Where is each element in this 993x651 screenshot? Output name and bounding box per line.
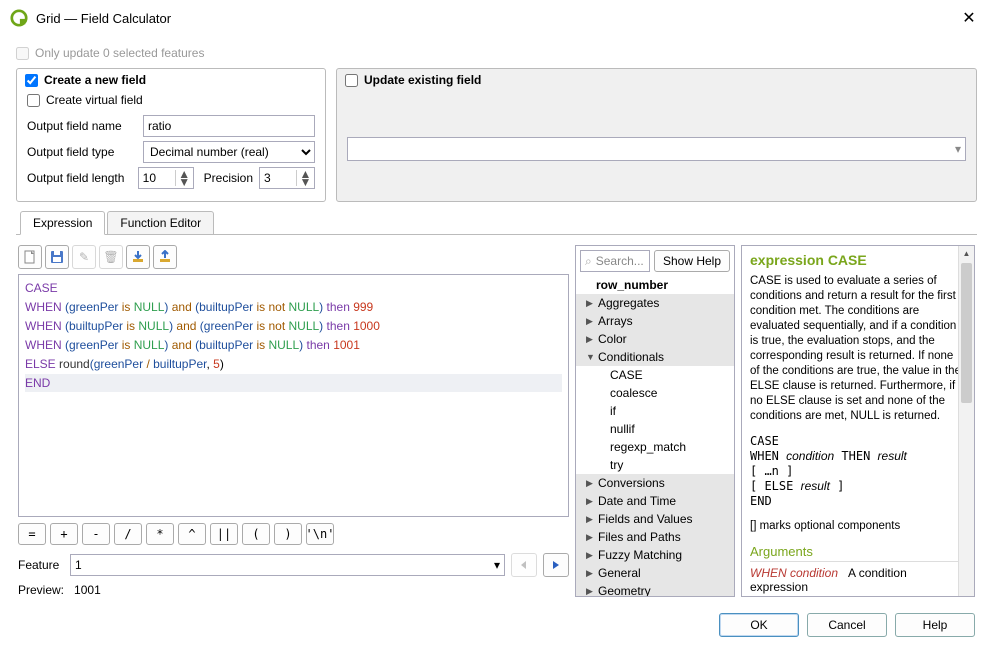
op-concat[interactable]: || [210,523,238,545]
tree-cat-aggregates[interactable]: ▶Aggregates [576,294,734,312]
tree-row-row-number[interactable]: row_number [576,276,734,294]
help-argument-row: WHEN conditionA condition expression [750,566,966,594]
tree-item-try[interactable]: try [576,456,734,474]
edit-icon: ✎ [72,245,96,269]
create-field-panel: Create a new field Create virtual field … [16,68,326,202]
only-update-row: Only update 0 selected features [16,46,977,60]
tree-cat-files-paths[interactable]: ▶Files and Paths [576,528,734,546]
tab-function-editor[interactable]: Function Editor [107,211,214,235]
tree-cat-conditionals[interactable]: ▼Conditionals [576,348,734,366]
only-update-label: Only update 0 selected features [35,46,204,60]
prev-feature-button [511,553,537,577]
op-plus[interactable]: + [50,523,78,545]
feature-label: Feature [18,558,64,572]
expression-editor[interactable]: CASE WHEN (greenPer is NULL) and (builtu… [18,274,569,517]
search-input[interactable]: ⌕ Search... [580,250,650,272]
create-new-label: Create a new field [44,73,146,87]
op-divide[interactable]: / [114,523,142,545]
qgis-logo-icon [10,9,28,27]
expression-toolbar: ✎ 🗑 [18,245,569,269]
cancel-button[interactable]: Cancel [807,613,887,637]
only-update-checkbox [16,47,29,60]
tree-cat-geometry[interactable]: ▶Geometry [576,582,734,596]
help-description: CASE is used to evaluate a series of con… [750,274,966,424]
field-name-input[interactable] [143,115,315,137]
function-tree-panel: ⌕ Search... Show Help row_number ▶Aggreg… [575,245,735,597]
precision-label: Precision [204,171,253,185]
new-file-icon[interactable] [18,245,42,269]
create-virtual-label: Create virtual field [46,93,143,107]
delete-icon: 🗑 [99,245,123,269]
field-type-label: Output field type [27,145,137,159]
op-power[interactable]: ^ [178,523,206,545]
op-rparen[interactable]: ) [274,523,302,545]
update-existing-label: Update existing field [364,73,481,87]
ok-button[interactable]: OK [719,613,799,637]
window-title: Grid — Field Calculator [36,11,955,26]
update-field-select[interactable]: ▾ [347,137,966,161]
help-optional-note: [] marks optional components [750,519,966,534]
precision-value[interactable] [260,171,296,185]
tree-item-case[interactable]: CASE [576,366,734,384]
help-syntax: CASE WHEN condition THEN result [ …n ] [… [750,434,966,509]
field-type-select[interactable]: Decimal number (real) [143,141,315,163]
field-length-value[interactable] [139,171,175,185]
tab-expression[interactable]: Expression [20,211,105,235]
op-multiply[interactable]: * [146,523,174,545]
chevron-down-icon: ▾ [955,142,961,156]
show-help-button[interactable]: Show Help [654,250,730,272]
down-icon[interactable]: ▼ [176,178,193,186]
op-equals[interactable]: = [18,523,46,545]
op-minus[interactable]: - [82,523,110,545]
preview-label: Preview: [18,583,64,597]
field-length-label: Output field length [27,171,132,185]
tab-bar: Expression Function Editor [16,210,977,235]
scroll-up-icon[interactable]: ▲ [959,246,974,262]
tree-cat-arrays[interactable]: ▶Arrays [576,312,734,330]
next-feature-button[interactable] [543,553,569,577]
chevron-down-icon: ▾ [494,558,500,572]
op-lparen[interactable]: ( [242,523,270,545]
help-title: expression CASE [750,252,966,268]
export-icon[interactable] [153,245,177,269]
save-icon[interactable] [45,245,69,269]
op-newline[interactable]: '\n' [306,523,334,545]
help-arguments-header: Arguments [750,544,966,562]
operator-row: = + - / * ^ || ( ) '\n' [18,523,569,545]
tree-item-if[interactable]: if [576,402,734,420]
tree-item-regexp-match[interactable]: regexp_match [576,438,734,456]
tree-item-nullif[interactable]: nullif [576,420,734,438]
scrollbar[interactable]: ▲ [958,246,974,596]
preview-value: 1001 [74,583,101,597]
search-icon: ⌕ [585,254,592,269]
update-existing-checkbox[interactable] [345,74,358,87]
precision-spinner[interactable]: ▲▼ [259,167,315,189]
dialog-buttons: OK Cancel Help [719,613,975,637]
field-name-label: Output field name [27,119,137,133]
down-icon[interactable]: ▼ [297,178,314,186]
tree-cat-general[interactable]: ▶General [576,564,734,582]
help-panel: expression CASE CASE is used to evaluate… [741,245,975,597]
preview-row: Preview: 1001 [18,583,569,597]
tree-cat-conversions[interactable]: ▶Conversions [576,474,734,492]
create-virtual-checkbox[interactable] [27,94,40,107]
tree-cat-date-time[interactable]: ▶Date and Time [576,492,734,510]
feature-value: 1 [75,558,82,572]
tree-cat-fields-values[interactable]: ▶Fields and Values [576,510,734,528]
import-icon[interactable] [126,245,150,269]
scroll-thumb[interactable] [961,263,972,403]
create-new-checkbox[interactable] [25,74,38,87]
titlebar: Grid — Field Calculator ✕ [0,0,993,36]
feature-combo[interactable]: 1 ▾ [70,554,505,576]
tree-cat-color[interactable]: ▶Color [576,330,734,348]
update-field-panel: Update existing field ▾ [336,68,977,202]
tree-cat-fuzzy[interactable]: ▶Fuzzy Matching [576,546,734,564]
field-length-spinner[interactable]: ▲▼ [138,167,194,189]
help-button[interactable]: Help [895,613,975,637]
close-button[interactable]: ✕ [955,8,983,28]
tree-item-coalesce[interactable]: coalesce [576,384,734,402]
function-tree[interactable]: row_number ▶Aggregates ▶Arrays ▶Color ▼C… [576,276,734,596]
